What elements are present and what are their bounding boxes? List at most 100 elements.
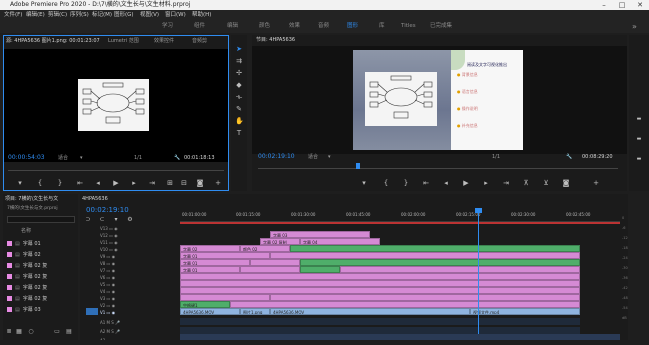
list-item[interactable]: ▤ 字幕 02 xyxy=(7,250,77,260)
timeline-scrollbar[interactable] xyxy=(180,334,620,340)
clip[interactable] xyxy=(300,266,340,273)
add-marker-icon[interactable]: ▾ xyxy=(16,179,24,187)
clip[interactable] xyxy=(180,273,580,280)
mark-out-icon[interactable]: } xyxy=(402,179,410,187)
menu-help[interactable]: 帮助(H) xyxy=(192,10,211,20)
source-fit-arrow-icon[interactable]: ▾ xyxy=(80,153,83,163)
step-back-icon[interactable]: ◂ xyxy=(442,179,450,187)
expand-icon[interactable]: » xyxy=(632,20,637,33)
add-button-icon[interactable]: + xyxy=(214,179,222,187)
new-bin-icon[interactable]: ▭ xyxy=(53,328,61,336)
slip-tool-icon[interactable]: ⟛ xyxy=(235,93,243,101)
ripple-edit-icon[interactable]: ✢ xyxy=(235,69,243,77)
icon-view-icon[interactable]: ▦ xyxy=(15,328,23,336)
list-item[interactable]: ▤ 字幕 02 复 xyxy=(7,294,77,304)
audio-mixer-tab[interactable]: 音频剪 xyxy=(192,36,207,46)
go-to-out-icon[interactable]: ⇥ xyxy=(148,179,156,187)
list-item[interactable]: ▤ 字幕 02 复 xyxy=(7,283,77,293)
clip[interactable]: 4HPA5636.MOV xyxy=(180,308,240,315)
linked-selection-icon[interactable]: ⊂ xyxy=(98,216,106,224)
program-scrubber[interactable] xyxy=(258,163,618,169)
menu-sequence[interactable]: 序列(S) xyxy=(70,10,89,20)
clip[interactable]: 字幕 01 xyxy=(180,266,240,273)
list-item[interactable]: ▤ 字幕 02 复 xyxy=(7,272,77,282)
source-scrubber[interactable] xyxy=(8,167,224,171)
maximize-icon[interactable]: □ xyxy=(613,0,631,10)
list-item[interactable]: ▤ 字幕 02 复 xyxy=(7,261,77,271)
timeline-ruler[interactable]: 00:01:00:00 00:01:15:00 00:01:30:00 00:0… xyxy=(180,210,620,222)
go-to-in-icon[interactable]: ⇤ xyxy=(76,179,84,187)
clip[interactable] xyxy=(340,266,580,273)
menu-clip[interactable]: 剪辑(C) xyxy=(48,10,67,20)
source-tab[interactable]: 源: 4HPA5636 图片1.png: 00:01:23:07 xyxy=(6,36,100,46)
menu-window[interactable]: 窗口(W) xyxy=(165,10,186,20)
v1-target[interactable] xyxy=(86,308,98,315)
workspace-color[interactable]: 颜色 xyxy=(259,20,270,33)
program-wrench-icon[interactable]: 🔧 xyxy=(566,152,572,162)
program-tab[interactable]: 节目: 4HPA5636 xyxy=(256,35,295,45)
insert-icon[interactable]: ⊞ xyxy=(166,179,174,187)
clip[interactable] xyxy=(270,294,580,301)
source-timecode[interactable]: 00:00:54:03 xyxy=(8,153,45,163)
menu-edit[interactable]: 编辑(E) xyxy=(26,10,45,20)
workspace-custom[interactable]: 已完成集 xyxy=(430,20,452,33)
clip[interactable]: 空格键1 xyxy=(180,301,230,308)
extract-icon[interactable]: ⊻ xyxy=(542,179,550,187)
hand-tool-icon[interactable]: ✋ xyxy=(235,117,244,125)
add-marker-icon[interactable]: ▾ xyxy=(360,179,368,187)
menu-view[interactable]: 视图(V) xyxy=(140,10,159,20)
clip[interactable]: 图片1.png xyxy=(240,308,270,315)
program-playhead[interactable] xyxy=(356,163,360,169)
clip[interactable]: 字幕 03 xyxy=(270,231,370,238)
workspace-libraries[interactable]: 库 xyxy=(379,20,385,33)
program-timecode[interactable]: 00:02:19:10 xyxy=(258,152,295,162)
add-button-icon[interactable]: + xyxy=(592,179,600,187)
clip[interactable]: 字幕 01 xyxy=(180,252,270,259)
play-icon[interactable]: ▶ xyxy=(462,179,470,187)
camera-icon[interactable]: ◙ xyxy=(562,179,570,187)
clip[interactable] xyxy=(290,245,580,252)
timeline-tracks[interactable]: 字幕 03 字幕 02 复制 字幕 04 字幕 02 颜色 02 字幕 01 字… xyxy=(180,208,620,340)
menu-graphics[interactable]: 图形(G) xyxy=(114,10,134,20)
program-resolution-select[interactable]: 1/1 xyxy=(492,152,500,162)
camera-icon[interactable]: ◙ xyxy=(196,179,204,187)
mark-out-icon[interactable]: } xyxy=(56,179,64,187)
step-forward-icon[interactable]: ▸ xyxy=(130,179,138,187)
clip[interactable]: 字幕 04 xyxy=(300,238,380,245)
lumetri-tab[interactable]: Lumetri 范围 xyxy=(108,36,139,46)
lift-icon[interactable]: ⊼ xyxy=(522,179,530,187)
clip[interactable]: 4HPA5636.MOV xyxy=(270,308,470,315)
workspace-assembly[interactable]: 组件 xyxy=(194,20,205,33)
menu-marker[interactable]: 标记(M) xyxy=(92,10,112,20)
clip[interactable]: 字幕 02 复制 xyxy=(260,238,300,245)
workspace-titles[interactable]: Titles xyxy=(401,20,416,33)
menu-file[interactable]: 文件(F) xyxy=(4,10,22,20)
timeline-timecode[interactable]: 00:02:19:10 xyxy=(86,205,129,215)
track-select-icon[interactable]: ⇉ xyxy=(235,57,243,65)
minimize-icon[interactable]: – xyxy=(595,0,613,10)
workspace-editing[interactable]: 编辑 xyxy=(227,20,238,33)
go-to-in-icon[interactable]: ⇤ xyxy=(422,179,430,187)
clip[interactable] xyxy=(180,287,580,294)
source-viewer[interactable] xyxy=(4,49,228,162)
wrench-icon[interactable]: 🔧 xyxy=(174,153,180,163)
workspace-learn[interactable]: 学习 xyxy=(162,20,173,33)
type-tool-icon[interactable]: T xyxy=(235,129,243,137)
overwrite-icon[interactable]: ⊟ xyxy=(180,179,188,187)
zoom-slider-icon[interactable]: ○ xyxy=(27,328,35,336)
program-fit-select[interactable]: 适合 xyxy=(308,152,318,162)
snap-icon[interactable]: ⊃ xyxy=(84,216,92,224)
clip[interactable] xyxy=(240,266,300,273)
play-icon[interactable]: ▶ xyxy=(112,179,120,187)
close-icon[interactable]: ✕ xyxy=(631,0,649,10)
audio-track-a2[interactable] xyxy=(180,327,580,334)
add-marker-icon[interactable]: ▾ xyxy=(112,216,120,224)
source-fit-select[interactable]: 适合 xyxy=(58,153,68,163)
step-forward-icon[interactable]: ▸ xyxy=(482,179,490,187)
wrench-icon[interactable]: ⚙ xyxy=(126,216,134,224)
clip[interactable]: 字幕 02 xyxy=(180,245,240,252)
clip[interactable]: 视频文件.mp4 xyxy=(470,308,580,315)
list-item[interactable]: ▤ 字幕 01 xyxy=(7,239,77,249)
razor-tool-icon[interactable]: ◆ xyxy=(235,81,243,89)
clip[interactable]: 字幕 01 xyxy=(180,259,250,266)
